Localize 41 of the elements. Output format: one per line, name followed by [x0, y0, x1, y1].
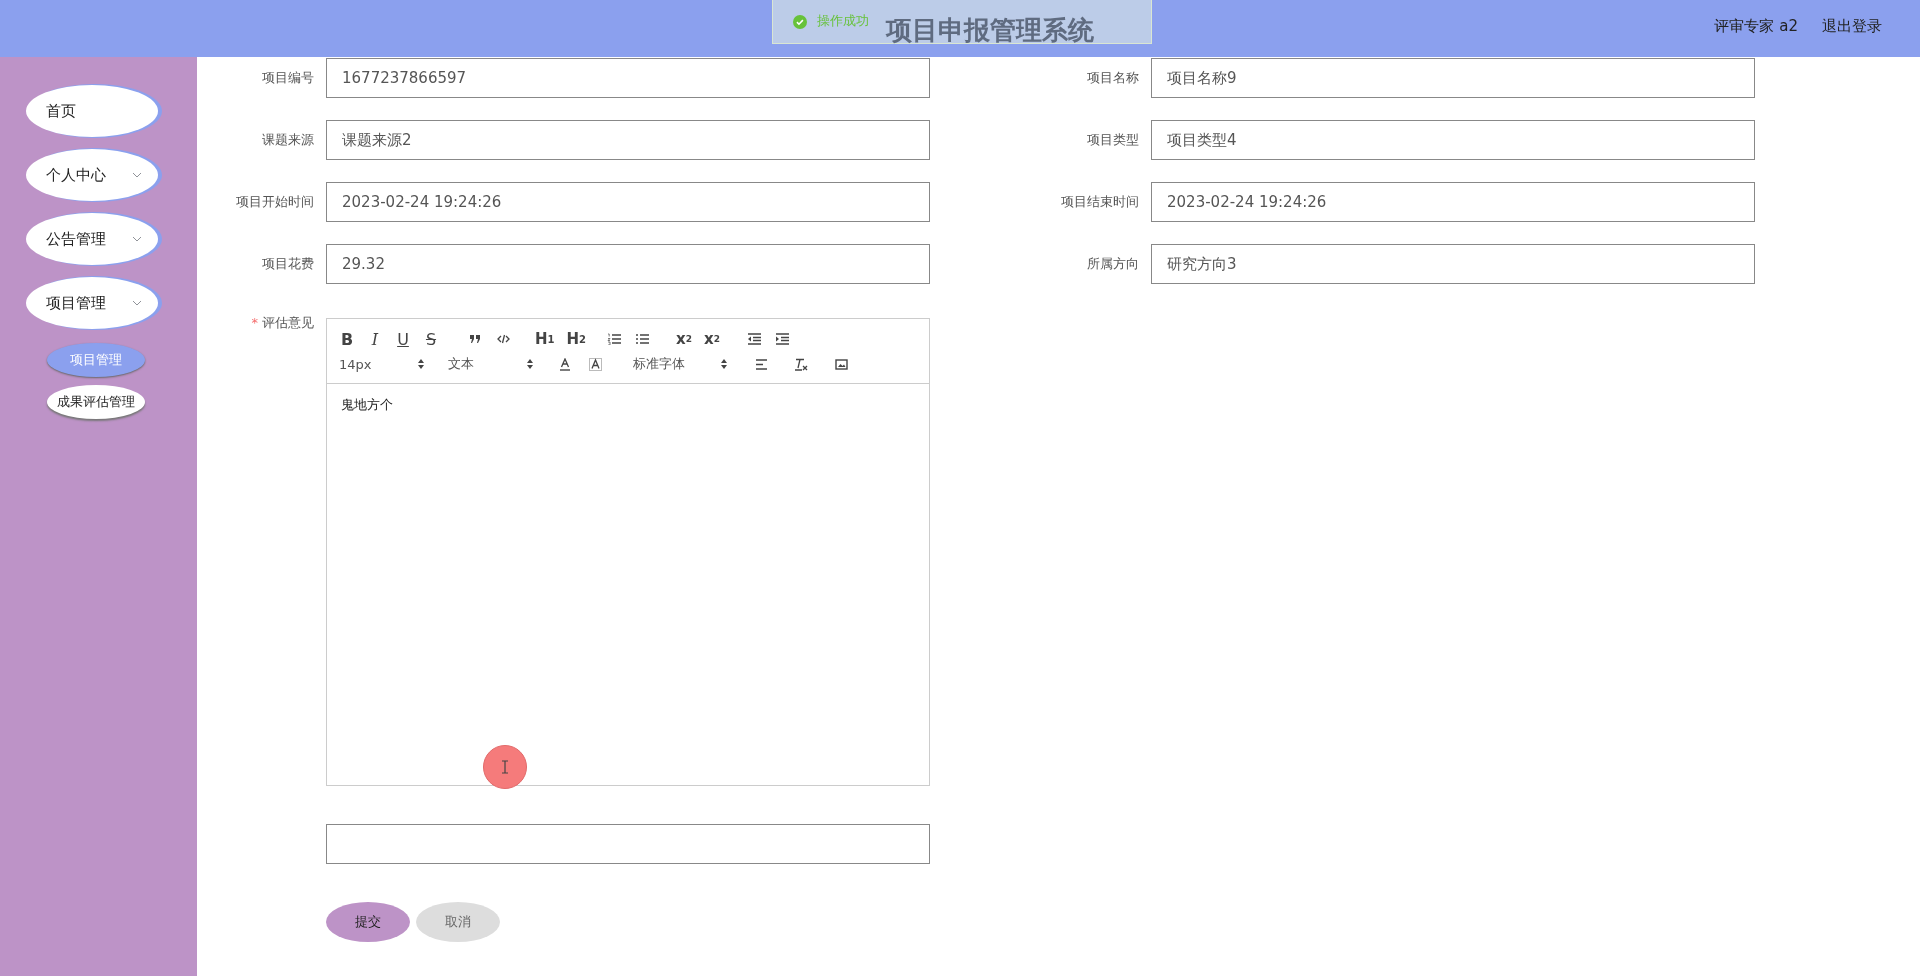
field-label: 项目类型	[1086, 131, 1140, 149]
field-label: 评估意见	[262, 315, 314, 330]
menu-item[interactable]: 个人中心	[26, 149, 158, 201]
field-label: 项目编号	[261, 69, 315, 87]
script-button[interactable]: x$^{2}$	[704, 329, 721, 349]
input-field[interactable]: 研究方向3	[1151, 244, 1755, 284]
submenu-item[interactable]: 成果评估管理	[47, 385, 145, 419]
dropdown-picker[interactable]: 标准字体	[633, 355, 727, 373]
input-field[interactable]: 2023-02-24 19:24:26	[326, 182, 930, 222]
input-field[interactable]: 项目类型4	[1151, 120, 1755, 160]
submit-button[interactable]: 提交	[326, 902, 410, 942]
input-field[interactable]: 29.32	[326, 244, 930, 284]
cancel-button[interactable]: 取消	[416, 902, 500, 942]
text-cursor-icon	[501, 760, 509, 774]
required-mark: *	[251, 315, 258, 330]
check-circle-icon	[793, 14, 807, 29]
input-field[interactable]: 1677237866597	[326, 58, 930, 98]
system-title: 项目申报管理系统	[886, 14, 1094, 47]
field-label: 项目开始时间	[235, 193, 315, 211]
input-field[interactable]: 2023-02-24 19:24:26	[1151, 182, 1755, 222]
field-label: 项目名称	[1086, 69, 1140, 87]
menu-item[interactable]: 项目管理	[26, 277, 158, 329]
menu-item[interactable]: 公告管理	[26, 213, 158, 265]
user-name: 评审专家 a2	[1714, 17, 1798, 36]
input-field[interactable]	[326, 824, 930, 864]
input-field[interactable]: 项目名称9	[1151, 58, 1755, 98]
dropdown-picker[interactable]: 14px	[339, 356, 424, 372]
field-label: 课题来源	[261, 131, 315, 149]
menu-item[interactable]: 首页	[26, 85, 158, 137]
field-label: 项目结束时间	[1060, 193, 1140, 211]
underline-button[interactable]: U	[395, 329, 411, 349]
dropdown-picker[interactable]: 文本	[448, 355, 533, 373]
logout-link[interactable]: 退出登录	[1822, 17, 1882, 36]
toast-message: 操作成功	[817, 11, 869, 30]
field-label: 所属方向	[1086, 255, 1140, 273]
bold-button[interactable]: B	[339, 329, 355, 349]
field-label: 项目花费	[261, 255, 315, 273]
editor-text: 鬼地方个	[340, 396, 394, 414]
strikethrough-button[interactable]: S	[423, 329, 439, 349]
input-field[interactable]: 课题来源2	[326, 120, 930, 160]
italic-button[interactable]: I	[367, 329, 383, 349]
